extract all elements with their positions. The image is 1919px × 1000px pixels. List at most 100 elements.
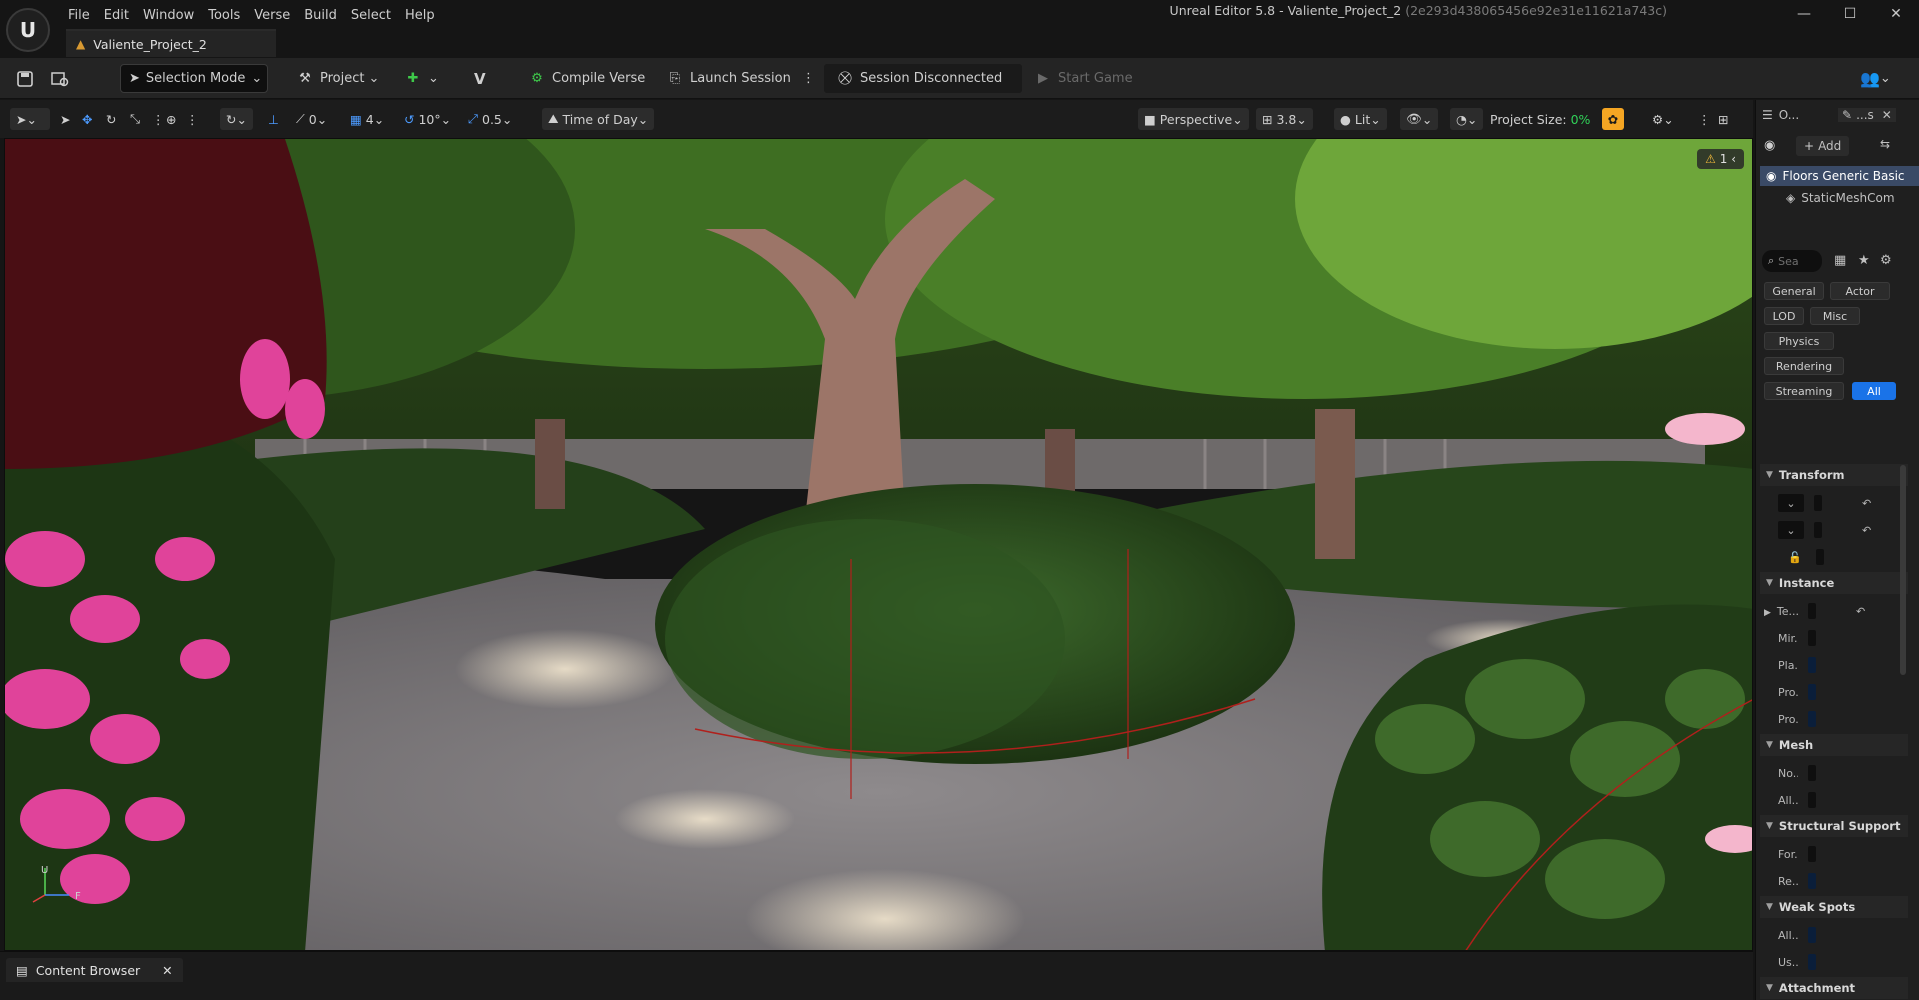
close-icon[interactable]: ✕ — [1873, 0, 1919, 28]
filter-rendering[interactable]: Rendering — [1764, 357, 1844, 375]
save-icon[interactable] — [16, 64, 34, 93]
property-value[interactable] — [1808, 657, 1816, 673]
property-value[interactable] — [1808, 846, 1816, 862]
performance-button[interactable]: ◔ ⌄ — [1450, 108, 1484, 130]
details-tab[interactable]: ✎ ...s ✕ — [1838, 108, 1896, 122]
multiplayer-icon[interactable]: 👥 ⌄ — [1860, 64, 1891, 93]
menu-build[interactable]: Build — [304, 8, 351, 23]
details-search-input[interactable]: ⌕ Sea — [1762, 250, 1822, 272]
table-view-icon[interactable]: ▦ — [1834, 253, 1846, 268]
outliner-tab[interactable]: ☰ O... — [1762, 108, 1799, 122]
project-button[interactable]: ⚒ Project ⌄ — [296, 64, 379, 93]
property-value[interactable] — [1808, 765, 1816, 781]
menu-edit[interactable]: Edit — [104, 8, 143, 23]
verse-icon[interactable]: V — [474, 64, 486, 93]
lock-icon[interactable]: 🔓 — [1788, 551, 1802, 564]
snap-to-floor-icon[interactable]: ⊥ — [268, 108, 279, 130]
more-options-icon[interactable]: ⋮ — [186, 108, 199, 130]
property-value[interactable] — [1808, 954, 1816, 970]
filter-misc[interactable]: Misc — [1810, 307, 1860, 325]
start-game-button[interactable]: ▶ Start Game — [1034, 64, 1133, 93]
rotate-tool-icon[interactable]: ↻ — [106, 108, 116, 130]
select-tool-icon[interactable]: ➤ — [60, 108, 70, 130]
maximize-icon[interactable]: ☐ — [1827, 0, 1873, 28]
menu-verse[interactable]: Verse — [254, 8, 304, 23]
chevron-down-icon[interactable]: ⌄ — [1778, 494, 1804, 512]
settings-icon[interactable]: ⚙⌄ — [1652, 108, 1674, 130]
rotation-value[interactable] — [1814, 522, 1822, 538]
reset-icon[interactable]: ↶ — [1862, 524, 1871, 537]
scale-value[interactable] — [1815, 549, 1824, 565]
property-value[interactable] — [1808, 873, 1816, 889]
layout-icon[interactable]: ⊞ — [1718, 108, 1728, 130]
perspective-button[interactable]: ■ Perspective ⌄ — [1138, 108, 1249, 130]
section-attachment[interactable]: ▼ Attachment — [1760, 977, 1908, 999]
level-tab[interactable]: ▲ Valiente_Project_2 — [66, 29, 276, 57]
property-value[interactable] — [1808, 684, 1816, 700]
filter-general[interactable]: General — [1764, 282, 1824, 300]
component-tree-item[interactable]: ◈ StaticMeshCom — [1786, 188, 1919, 208]
selection-mode-dropdown[interactable]: ➤ Selection Mode ⌄ — [120, 64, 268, 93]
menu-tools[interactable]: Tools — [208, 8, 254, 23]
translate-tool-icon[interactable]: ✥ — [82, 108, 92, 130]
section-instance[interactable]: ▼ Instance — [1760, 572, 1908, 594]
angle-snap-button[interactable]: ↺ 10° ⌄ — [404, 108, 451, 130]
rotation-snap-button[interactable]: ⟋ 0 ⌄ — [296, 108, 327, 130]
section-mesh[interactable]: ▼ Mesh — [1760, 734, 1908, 756]
property-value[interactable] — [1808, 711, 1816, 727]
reset-icon[interactable]: ↶ — [1862, 497, 1871, 510]
world-space-icon[interactable]: ⊕ — [166, 108, 176, 130]
more-options-icon[interactable]: ⋮ — [802, 64, 815, 93]
add-component-button[interactable]: + Add — [1796, 136, 1850, 156]
location-value[interactable] — [1814, 495, 1822, 511]
section-transform[interactable]: ▼ Transform — [1760, 464, 1908, 486]
view-mode-button[interactable]: ● Lit ⌄ — [1334, 108, 1387, 130]
filter-streaming[interactable]: Streaming — [1764, 382, 1844, 400]
time-of-day-button[interactable]: ⛰ Time of Day ⌄ — [542, 108, 655, 130]
viewport-options-button[interactable]: ➤⌄ — [10, 108, 50, 130]
chevron-down-icon[interactable]: ⌄ — [1778, 521, 1804, 539]
filter-all[interactable]: All — [1852, 382, 1896, 400]
show-flags-button[interactable]: 👁 ⌄ — [1400, 108, 1439, 130]
more-options-icon[interactable]: ⋮ — [1698, 108, 1711, 130]
blueprint-icon[interactable]: ⇆ — [1880, 137, 1890, 151]
camera-speed-button[interactable]: ⊞ 3.8 ⌄ — [1256, 108, 1313, 130]
property-value[interactable] — [1808, 927, 1816, 943]
scrollbar[interactable] — [1900, 465, 1906, 675]
property-value[interactable] — [1808, 603, 1816, 619]
filter-physics[interactable]: Physics — [1764, 332, 1834, 350]
surface-snap-button[interactable]: ↻⌄ — [220, 108, 253, 130]
menu-help[interactable]: Help — [405, 8, 449, 23]
section-weak-spots[interactable]: ▼ Weak Spots — [1760, 896, 1908, 918]
compile-verse-button[interactable]: ⚙ Compile Verse — [528, 64, 645, 93]
property-value[interactable] — [1808, 630, 1816, 646]
menu-window[interactable]: Window — [143, 8, 208, 23]
filter-lod[interactable]: LOD — [1764, 307, 1804, 325]
minimize-icon[interactable]: — — [1781, 0, 1827, 28]
menu-file[interactable]: File — [68, 8, 104, 23]
session-status[interactable]: ⛒ Session Disconnected — [824, 64, 1022, 93]
more-options-icon[interactable]: ⋮ — [152, 108, 165, 130]
menu-select[interactable]: Select — [351, 8, 405, 23]
launch-session-button[interactable]: ⎘ Launch Session — [666, 64, 791, 93]
star-icon[interactable]: ★ — [1858, 253, 1870, 268]
actor-tree-item[interactable]: ◉ Floors Generic Basic — [1760, 166, 1919, 186]
content-browser-tab[interactable]: ▤ Content Browser ✕ — [6, 958, 183, 982]
close-icon[interactable]: ✕ — [1882, 108, 1892, 122]
settings-icon[interactable]: ⚙ — [1880, 253, 1892, 268]
property-value[interactable] — [1808, 792, 1816, 808]
unreal-logo-icon[interactable]: U — [6, 8, 50, 52]
section-structural-support[interactable]: ▼ Structural Support — [1760, 815, 1908, 837]
level-viewport[interactable]: ⚠ 1 ‹ U F — [4, 138, 1753, 951]
reset-icon[interactable]: ↶ — [1856, 605, 1865, 618]
warning-badge[interactable]: ⚠ 1 ‹ — [1697, 149, 1744, 169]
close-icon[interactable]: ✕ — [162, 963, 172, 978]
content-icon[interactable] — [50, 64, 70, 93]
quick-settings-icon[interactable]: ✿ — [1602, 108, 1624, 130]
scale-snap-button[interactable]: ⤢ 0.5 ⌄ — [468, 108, 512, 130]
filter-actor[interactable]: Actor — [1830, 282, 1890, 300]
grid-snap-button[interactable]: ▦ 4 ⌄ — [350, 108, 384, 130]
scale-tool-icon[interactable]: ⤡ — [130, 108, 140, 130]
project-size-label: Project Size: — [1490, 111, 1567, 127]
add-actor-button[interactable]: ✚ ⌄ — [404, 64, 439, 93]
